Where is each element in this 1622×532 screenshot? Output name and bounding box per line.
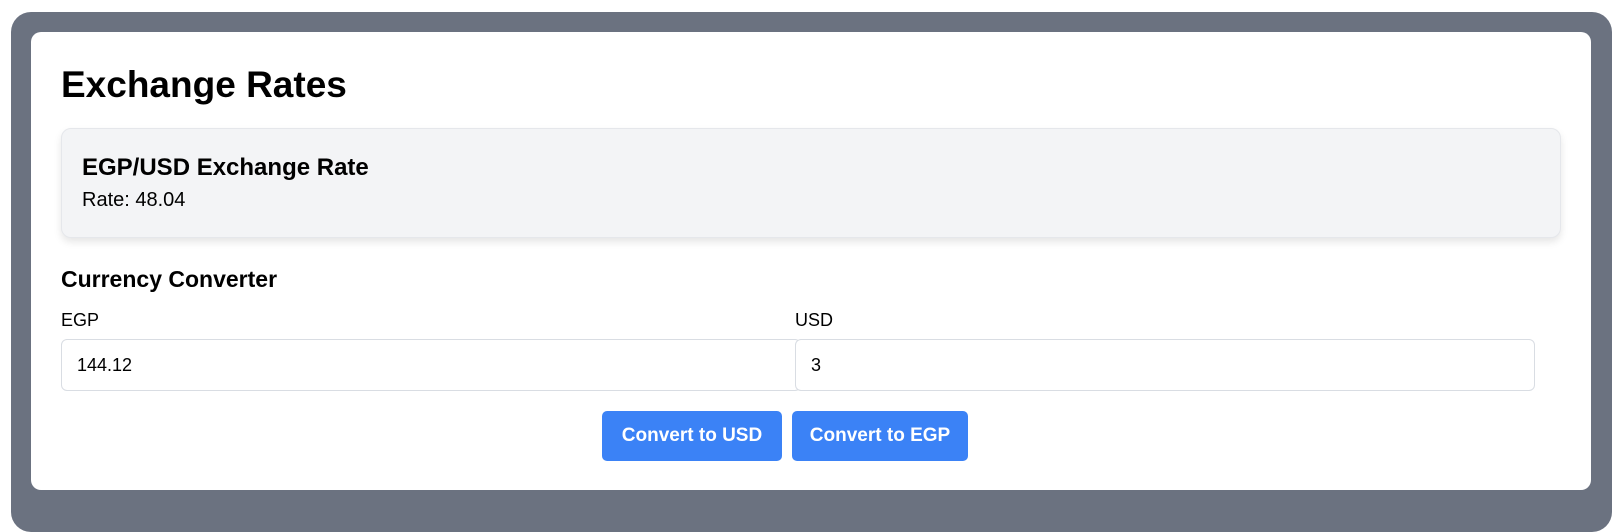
page-title: Exchange Rates bbox=[61, 64, 347, 105]
rate-card-title: EGP/USD Exchange Rate bbox=[82, 154, 369, 181]
rate-label: Rate: bbox=[82, 189, 130, 211]
converter-title: Currency Converter bbox=[61, 266, 278, 292]
convert-to-usd-button[interactable]: Convert to USD bbox=[602, 411, 782, 461]
rate-line: Rate: 48.04 bbox=[82, 187, 185, 213]
usd-label: USD bbox=[795, 310, 834, 330]
convert-to-egp-button[interactable]: Convert to EGP bbox=[792, 411, 968, 461]
rate-card: EGP/USD Exchange Rate Rate: 48.04 bbox=[61, 128, 1561, 238]
usd-input[interactable] bbox=[795, 339, 1535, 391]
rate-value: 48.04 bbox=[135, 189, 186, 211]
egp-label: EGP bbox=[61, 310, 100, 330]
exchange-rates-card: Exchange Rates EGP/USD Exchange Rate Rat… bbox=[31, 32, 1591, 490]
egp-input[interactable] bbox=[61, 339, 801, 391]
